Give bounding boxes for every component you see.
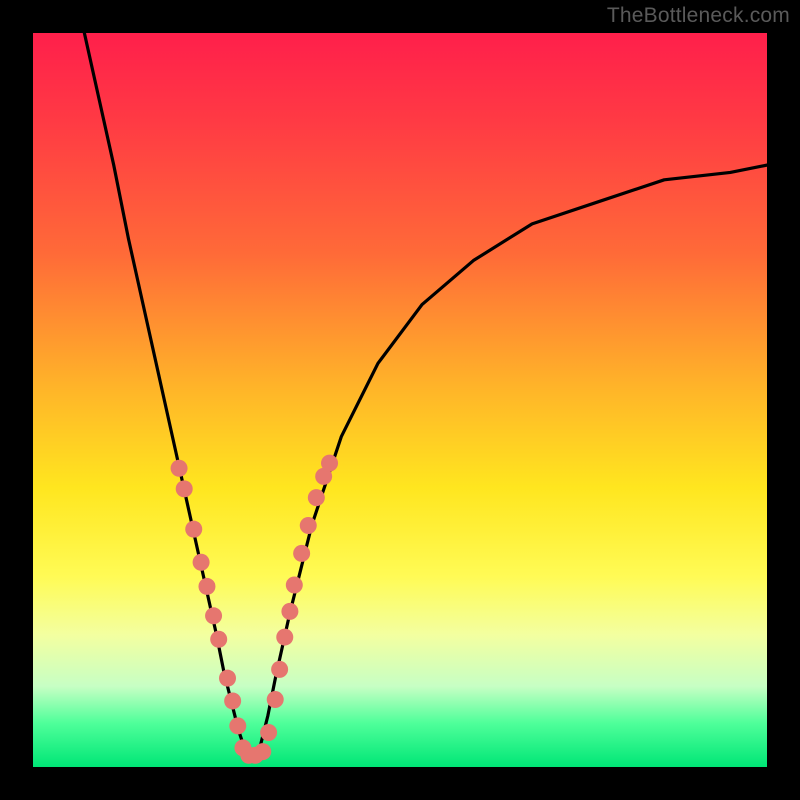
- watermark-text: TheBottleneck.com: [607, 4, 790, 28]
- dots-right: [247, 455, 338, 764]
- chart-frame: TheBottleneck.com: [0, 0, 800, 800]
- curves-svg: [33, 33, 767, 767]
- left-curve: [84, 33, 253, 760]
- plot-area: [33, 33, 767, 767]
- dots-left: [171, 460, 258, 764]
